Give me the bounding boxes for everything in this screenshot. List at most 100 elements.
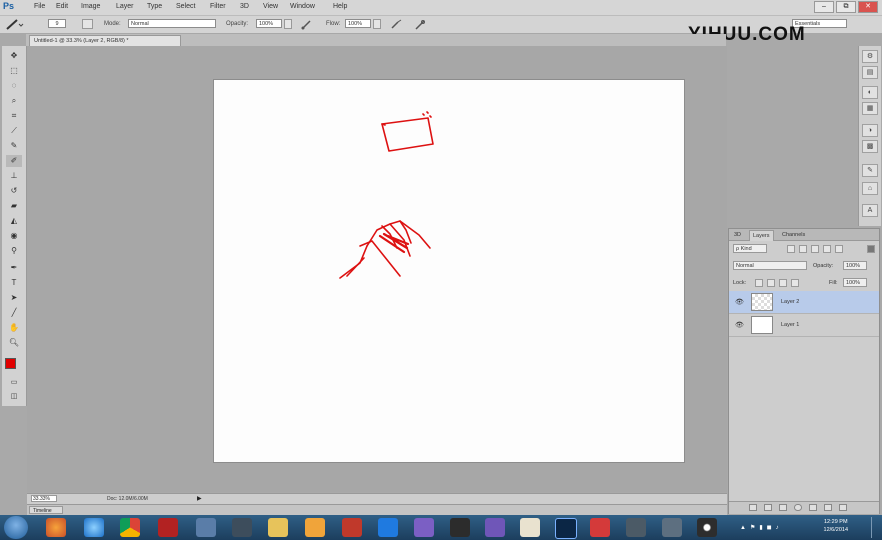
firefox-icon[interactable]	[46, 518, 66, 537]
brush-panel-icon[interactable]	[82, 19, 93, 29]
tab-channels[interactable]: Channels	[779, 230, 808, 240]
brush-icon[interactable]: ✐	[6, 155, 22, 167]
tab-3d[interactable]: 3D	[731, 230, 744, 240]
paths-panel-icon[interactable]: ⌂	[862, 182, 878, 195]
document-canvas[interactable]	[214, 80, 684, 462]
menu-image[interactable]: Image	[81, 3, 100, 10]
app-icon-9[interactable]	[626, 518, 646, 537]
move-icon[interactable]: ✥	[6, 50, 22, 62]
brush-preset-icon[interactable]	[4, 18, 24, 31]
app-icon-8[interactable]	[590, 518, 610, 537]
visibility-eye-icon[interactable]: 👁︎	[735, 298, 744, 306]
menu-type[interactable]: Type	[147, 3, 162, 10]
delete-layer-icon[interactable]	[839, 504, 847, 511]
healing-icon[interactable]: ✎	[6, 140, 22, 152]
filter-kind-select[interactable]: ρ Kind	[733, 244, 767, 253]
menu-select[interactable]: Select	[176, 3, 195, 10]
menu-help[interactable]: Help	[333, 3, 347, 10]
hand-icon[interactable]: ✋	[6, 322, 22, 334]
flow-dropdown-icon[interactable]	[373, 19, 381, 29]
lock-all-icon[interactable]	[791, 279, 799, 287]
app-icon-7[interactable]	[520, 518, 540, 537]
path-select-icon[interactable]: ➤	[6, 292, 22, 304]
marquee-icon[interactable]: ⬚	[6, 65, 22, 77]
system-tray-icons[interactable]: ▲⚑▮◼♪	[740, 524, 783, 531]
layer-style-icon[interactable]	[764, 504, 772, 511]
layer-opacity-field[interactable]: 100%	[843, 261, 867, 270]
app-icon-1[interactable]	[196, 518, 216, 537]
menu-3d[interactable]: 3D	[240, 3, 249, 10]
history-panel-icon[interactable]: ⚙	[862, 50, 878, 63]
shape-icon[interactable]: ╱	[6, 307, 22, 319]
brush-presets-panel-icon[interactable]: ✎	[862, 164, 878, 177]
new-group-icon[interactable]	[809, 504, 817, 511]
filter-toggle-icon[interactable]	[867, 245, 875, 253]
file-explorer-icon[interactable]	[268, 518, 288, 537]
airbrush-icon[interactable]	[390, 19, 402, 30]
filter-type-icon[interactable]	[811, 245, 819, 253]
flow-field[interactable]: 100%	[345, 19, 371, 28]
layer-mask-icon[interactable]	[779, 504, 787, 511]
character-panel-icon[interactable]: A	[862, 204, 878, 217]
status-menu-arrow-icon[interactable]: ▶	[197, 495, 202, 502]
lasso-icon[interactable]: ◌	[6, 80, 22, 92]
filter-pixel-icon[interactable]	[787, 245, 795, 253]
brush-size-field[interactable]: 9	[48, 19, 66, 28]
clock[interactable]: 12:29 PM 12/6/2014	[824, 518, 848, 534]
minimize-button[interactable]: –	[814, 1, 834, 13]
type-icon[interactable]: T	[6, 277, 22, 289]
history-brush-icon[interactable]: ↺	[6, 185, 22, 197]
gradient-icon[interactable]: ◭	[6, 215, 22, 227]
quick-mask-icon[interactable]: ▭	[6, 377, 22, 389]
app-icon-6[interactable]	[485, 518, 505, 537]
layer-row-layer-2[interactable]: 👁︎ Layer 2	[729, 291, 879, 314]
menu-layer[interactable]: Layer	[116, 3, 134, 10]
link-layers-icon[interactable]	[749, 504, 757, 511]
new-layer-icon[interactable]	[824, 504, 832, 511]
filter-shape-icon[interactable]	[823, 245, 831, 253]
timeline-tab[interactable]: Timeline	[29, 506, 63, 514]
filezilla-icon[interactable]	[158, 518, 178, 537]
filter-adjustment-icon[interactable]	[799, 245, 807, 253]
visibility-eye-icon[interactable]: 👁︎	[735, 321, 744, 329]
pen-icon[interactable]: ✒	[6, 262, 22, 274]
tab-layers[interactable]: Layers	[749, 230, 774, 241]
layer-row-layer-1[interactable]: 👁︎ Layer 1	[729, 314, 879, 337]
lock-pixels-icon[interactable]	[767, 279, 775, 287]
lock-position-icon[interactable]	[779, 279, 787, 287]
swatches-panel-icon[interactable]: ▩	[862, 140, 878, 153]
crop-icon[interactable]: ⌗	[6, 110, 22, 122]
media-player-icon[interactable]	[305, 518, 325, 537]
dodge-icon[interactable]: ⚲	[6, 245, 22, 257]
blur-icon[interactable]: ◉	[6, 230, 22, 242]
app-icon-2[interactable]	[232, 518, 252, 537]
menu-view[interactable]: View	[263, 3, 278, 10]
color-panel-icon[interactable]: ◑	[862, 124, 878, 137]
internet-explorer-icon[interactable]	[84, 518, 104, 537]
app-icon-11[interactable]	[697, 518, 717, 537]
adjustments-panel-icon[interactable]: ◐	[862, 86, 878, 99]
screen-mode-icon[interactable]: ◫	[6, 391, 22, 403]
filter-smart-object-icon[interactable]	[835, 245, 843, 253]
menu-filter[interactable]: Filter	[210, 3, 226, 10]
menu-edit[interactable]: Edit	[56, 3, 68, 10]
chrome-icon[interactable]	[120, 518, 140, 537]
restore-button[interactable]: ⧉	[836, 1, 856, 13]
show-desktop-button[interactable]	[871, 517, 880, 538]
document-tab[interactable]: Untitled-1 @ 33.3% (Layer 2, RGB/8) *	[29, 35, 181, 46]
mode-select[interactable]: Normal	[128, 19, 216, 28]
quick-select-icon[interactable]: ⌕	[6, 95, 22, 107]
blend-mode-select[interactable]: Normal	[733, 261, 807, 270]
pressure-opacity-icon[interactable]	[300, 19, 312, 30]
dropbox-icon[interactable]	[378, 518, 398, 537]
app-icon-3[interactable]	[342, 518, 362, 537]
opacity-dropdown-icon[interactable]	[284, 19, 292, 29]
app-icon-10[interactable]	[662, 518, 682, 537]
zoom-icon[interactable]: 🔍︎	[6, 337, 22, 349]
properties-panel-icon[interactable]: ▤	[862, 66, 878, 79]
eyedropper-icon[interactable]: ⟋	[6, 125, 22, 137]
foreground-color-swatch[interactable]	[5, 358, 16, 369]
menu-file[interactable]: File	[34, 3, 45, 10]
menu-window[interactable]: Window	[290, 3, 315, 10]
eraser-icon[interactable]: ▰	[6, 200, 22, 212]
